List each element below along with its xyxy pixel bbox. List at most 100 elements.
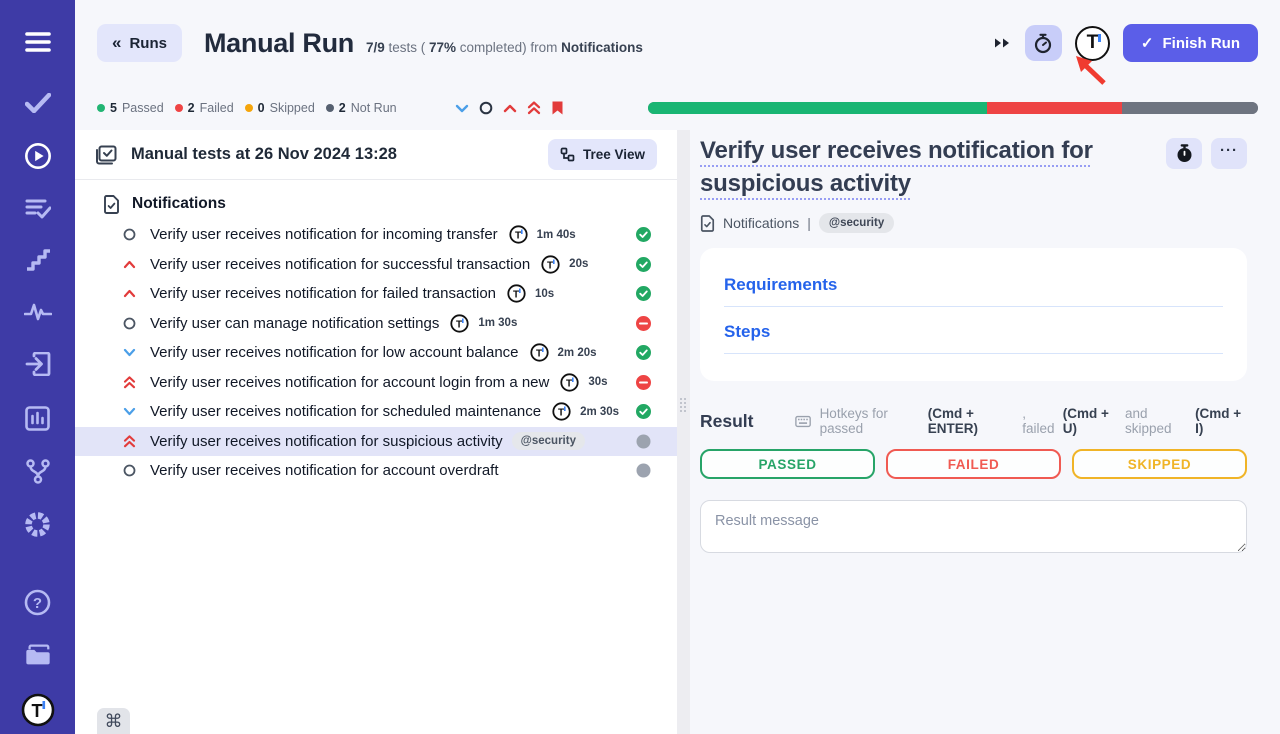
run-progress-subtitle: 7/9 tests ( 77% completed) from Notifica… <box>366 40 643 55</box>
priority-normal-icon <box>122 228 137 241</box>
test-row[interactable]: Verify user receives notification for fa… <box>75 279 677 309</box>
test-title: Verify user receives notification for lo… <box>150 344 519 361</box>
failed-button[interactable]: FAILED <box>886 449 1061 479</box>
section-requirements[interactable]: Requirements <box>724 275 1223 307</box>
test-row[interactable]: Verify user receives notification for in… <box>75 220 677 250</box>
detail-timer-button[interactable] <box>1166 138 1202 169</box>
test-logo-icon: T <box>509 225 528 244</box>
svg-text:?: ? <box>33 595 42 612</box>
user-logo-icon[interactable]: T <box>1075 26 1110 61</box>
notrun-dot-icon <box>326 104 334 112</box>
run-play-icon[interactable] <box>24 142 52 170</box>
timer-button[interactable] <box>1025 25 1062 61</box>
filter-low-priority-icon[interactable] <box>455 104 469 113</box>
test-row[interactable]: Verify user receives notification for su… <box>75 250 677 280</box>
filter-high-priority-icon[interactable] <box>503 104 517 113</box>
test-duration: 2m 30s <box>580 406 619 418</box>
skipped-button[interactable]: SKIPPED <box>1072 449 1247 479</box>
checklist-icon <box>95 145 117 165</box>
projects-folder-icon[interactable] <box>24 641 52 669</box>
status-bar: 5Passed 2Failed 0Skipped 2Not Run <box>97 99 1258 117</box>
test-duration: 30s <box>588 376 607 388</box>
filter-normal-priority-icon[interactable] <box>479 101 493 115</box>
keyboard-icon <box>795 415 811 428</box>
fast-forward-icon[interactable] <box>993 36 1012 50</box>
result-passed-icon <box>636 227 651 242</box>
chevrons-left-icon: « <box>112 33 121 53</box>
panel-resize-handle[interactable] <box>677 130 690 734</box>
suite-group-row[interactable]: Notifications <box>75 188 677 220</box>
steps-icon[interactable] <box>24 246 52 274</box>
drag-grip-icon <box>680 398 687 412</box>
settings-gear-icon[interactable] <box>24 510 52 538</box>
stopwatch-filled-icon <box>1176 144 1193 163</box>
detail-test-title[interactable]: Verify user receives notification for su… <box>700 134 1152 200</box>
passed-button[interactable]: PASSED <box>700 449 875 479</box>
help-icon[interactable]: ? <box>24 588 52 616</box>
app-sidebar: ? T <box>0 0 75 734</box>
tests-check-icon[interactable] <box>24 89 52 117</box>
command-hotkey-badge[interactable]: ⌘ <box>97 708 130 734</box>
import-icon[interactable] <box>24 350 52 378</box>
test-duration: 1m 30s <box>478 317 517 329</box>
result-notrun-icon <box>636 463 651 478</box>
test-list-panel: Manual tests at 26 Nov 2024 13:28 Tree V… <box>75 130 677 734</box>
priority-critical-icon <box>122 376 137 389</box>
test-row[interactable]: Verify user receives notification for sc… <box>75 397 677 427</box>
result-notrun-icon <box>636 434 651 449</box>
branches-icon[interactable] <box>24 457 52 485</box>
filter-critical-priority-icon[interactable] <box>527 101 541 115</box>
finish-run-button[interactable]: ✓ Finish Run <box>1123 24 1258 62</box>
breadcrumb-tag-badge[interactable]: @security <box>819 213 894 233</box>
completed-percent: 77% <box>429 40 456 55</box>
result-failed-icon <box>636 316 651 331</box>
app-logo-icon[interactable]: T <box>21 693 55 727</box>
svg-text:T: T <box>547 260 553 271</box>
test-title: Verify user receives notification for ac… <box>150 374 549 391</box>
analytics-icon[interactable] <box>24 404 52 432</box>
command-icon: ⌘ <box>105 711 123 734</box>
more-options-button[interactable]: ··· <box>1211 138 1247 169</box>
test-duration: 20s <box>569 258 588 270</box>
pulse-icon[interactable] <box>24 298 52 326</box>
result-message-input[interactable] <box>700 500 1247 553</box>
tests-count: 7/9 <box>366 40 385 55</box>
test-logo-icon: T <box>507 284 526 303</box>
svg-text:T: T <box>535 349 541 360</box>
suite-document-icon <box>103 195 120 214</box>
result-passed-icon <box>636 345 651 360</box>
hotkeys-hint: Hotkeys for passed (Cmd + ENTER) , faile… <box>795 406 1247 436</box>
test-plans-icon[interactable] <box>24 194 52 222</box>
priority-normal-icon <box>122 317 137 330</box>
priority-low-icon <box>122 407 137 416</box>
test-logo-icon: T <box>530 343 549 362</box>
progress-failed-segment <box>987 102 1123 114</box>
filter-bookmark-icon[interactable] <box>551 100 564 116</box>
test-title: Verify user receives notification for in… <box>150 226 498 243</box>
tree-view-button[interactable]: Tree View <box>548 139 657 170</box>
back-to-runs-button[interactable]: « Runs <box>97 24 182 62</box>
svg-text:T: T <box>558 408 564 419</box>
section-steps[interactable]: Steps <box>724 322 1223 354</box>
test-row[interactable]: Verify user can manage notification sett… <box>75 309 677 339</box>
priority-low-icon <box>122 348 137 357</box>
test-detail-panel: Verify user receives notification for su… <box>690 130 1280 734</box>
test-row[interactable]: Verify user receives notification for ac… <box>75 368 677 398</box>
skipped-dot-icon <box>245 104 253 112</box>
menu-icon[interactable] <box>24 28 52 56</box>
summary-passed: 5Passed <box>97 101 164 115</box>
test-row[interactable]: Verify user receives notification for ac… <box>75 456 677 486</box>
results-summary: 5Passed 2Failed 0Skipped 2Not Run <box>97 101 397 115</box>
breadcrumb-group[interactable]: Notifications <box>723 215 799 231</box>
test-logo-icon: T <box>552 402 571 421</box>
summary-notrun: 2Not Run <box>326 101 397 115</box>
passed-dot-icon <box>97 104 105 112</box>
test-row[interactable]: Verify user receives notification for lo… <box>75 338 677 368</box>
test-row-selected[interactable]: Verify user receives notification for su… <box>75 427 677 457</box>
progress-notrun-segment <box>1122 102 1258 114</box>
source-suite: Notifications <box>561 40 643 55</box>
test-duration: 10s <box>535 288 554 300</box>
result-passed-icon <box>636 257 651 272</box>
test-title: Verify user can manage notification sett… <box>150 315 439 332</box>
test-logo-icon: T <box>560 373 579 392</box>
